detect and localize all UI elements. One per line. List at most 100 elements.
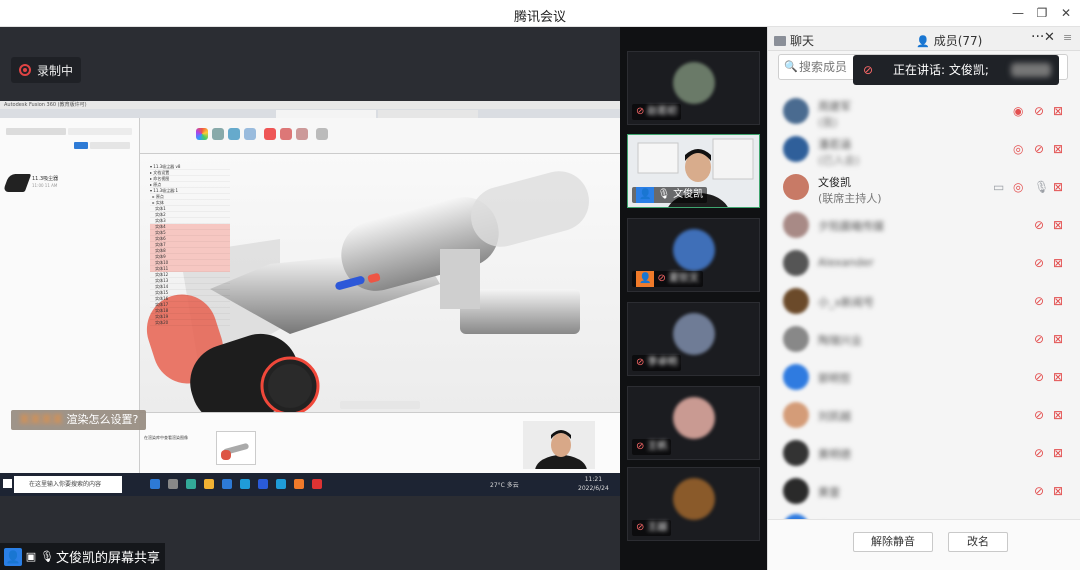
avatar [673, 62, 715, 104]
camera-off-icon[interactable]: ⊠ [1053, 142, 1063, 156]
mic-icon[interactable]: 🎙 [1034, 180, 1049, 194]
list-item[interactable]: 刘凯越 ⊘ ⊠ [768, 397, 1080, 434]
window-title: 腾讯会议 [513, 10, 566, 25]
camera-off-icon[interactable]: ⊠ [1053, 446, 1063, 460]
fusion-app-title: Autodesk Fusion 360 (教育版许可) [4, 102, 87, 108]
camera-off-icon[interactable]: ⊠ [1053, 484, 1063, 498]
camera-off-icon[interactable]: ⊠ [1053, 256, 1063, 270]
mic-off-icon[interactable]: ⊘ [1034, 218, 1044, 232]
render-icon [264, 128, 276, 140]
avatar [783, 174, 809, 200]
avatar [673, 229, 715, 271]
mic-off-icon[interactable]: ⊘ [1034, 104, 1044, 118]
more-icon[interactable]: ··· [1031, 29, 1044, 45]
avatar [783, 98, 809, 124]
mic-off-icon[interactable]: ⊘ [1034, 294, 1044, 308]
rename-button[interactable]: 改名 [948, 532, 1008, 552]
tab-members[interactable]: 👤 成员(77) [916, 32, 982, 49]
minimize-icon[interactable]: — [1009, 4, 1027, 22]
taskbar-app-icon [186, 479, 196, 489]
render-gallery-thumbnail [216, 431, 256, 465]
video-tile[interactable]: ⊘ 李卓明 [627, 302, 760, 376]
list-item[interactable]: 夕阳晨曦传媒 ⊘ ⊠ [768, 207, 1080, 244]
presenter-camera-inset [523, 421, 595, 487]
fusion-tab-strip [0, 109, 620, 118]
list-item[interactable]: Alexander ⊘ ⊠ [768, 245, 1080, 282]
mic-off-icon[interactable]: ⊘ [1034, 446, 1044, 460]
video-tile[interactable]: ⊘ 王帆 [627, 386, 760, 460]
mic-icon: 🎙 [40, 550, 54, 563]
fusion-browser-tree: ▾ 11.3吸尘器 v8 ▸ 文档设置 ▸ 命名视图 ▸ 原点 ▾ 11.3吸尘… [150, 164, 230, 394]
eye-icon: ◎ [1013, 180, 1024, 194]
mic-off-icon[interactable]: ⊘ [1034, 332, 1044, 346]
appearance-icon [196, 128, 208, 140]
camera-off-icon[interactable]: ⊠ [1053, 332, 1063, 346]
taskbar-app-icon [294, 479, 304, 489]
video-tile[interactable]: ⊘ 赵若初 [627, 51, 760, 125]
screen-share-status-bar: 👤 ▣ 🎙 文俊凯的屏幕共享 [0, 543, 165, 570]
fusion-file-date: 11:00 11 AM [32, 183, 58, 188]
list-item[interactable]: 文俊凯 (联席主持人) ▭ ◎ 🎙 ⊠ [768, 169, 1080, 206]
camera-off-icon[interactable]: ⊠ [1053, 370, 1063, 384]
search-icon: 🔍 [784, 60, 798, 73]
fusion-3d-viewport: ▾ 11.3吸尘器 v8 ▸ 文档设置 ▸ 命名视图 ▸ 原点 ▾ 11.3吸尘… [140, 154, 620, 412]
mic-icon: 🎙 [657, 189, 671, 200]
avatar [783, 364, 809, 390]
fusion-navigation-bar [340, 401, 420, 409]
scene-icon [212, 128, 224, 140]
list-item[interactable]: 小_x新闻号 ⊘ ⊠ [768, 283, 1080, 320]
mic-off-icon[interactable]: ⊘ [1034, 408, 1044, 422]
list-item[interactable]: 陶瑞兴业 ⊘ ⊠ [768, 321, 1080, 358]
video-tile[interactable]: ⊘ 王越 [627, 467, 760, 541]
camera-off-icon[interactable]: ⊠ [1053, 218, 1063, 232]
tab-chat[interactable]: 聊天 [774, 32, 814, 49]
avatar [783, 326, 809, 352]
list-item[interactable]: 郭明哲 ⊘ ⊠ [768, 359, 1080, 396]
avatar [783, 250, 809, 276]
mic-off-icon[interactable]: ⊘ [1034, 142, 1044, 156]
mic-off-icon: ⊘ [657, 273, 666, 284]
windows-taskbar: 在这里输入你要搜索的内容 27°C 多云 11:21 2022/6/24 [0, 473, 620, 496]
question-text: 渲染怎么设置? [66, 413, 139, 426]
camera-off-icon[interactable]: ⊠ [1053, 294, 1063, 308]
list-item[interactable]: 吴 [768, 509, 1080, 519]
members-footer: 解除静音 改名 [768, 519, 1080, 570]
screen-share-label: 文俊凯的屏幕共享 [56, 551, 161, 566]
recording-indicator[interactable]: 录制中 [11, 57, 82, 83]
close-window-icon[interactable]: ✕ [1057, 4, 1075, 22]
list-item[interactable]: 周建军 (我) ◉ ⊘ ⊠ [768, 93, 1080, 130]
camera-off-icon[interactable]: ⊠ [1053, 180, 1063, 194]
avatar [783, 212, 809, 238]
video-gallery: ⊘ 赵若初 👤 🎙 文俊凯 👤 ⊘ 夏钦文 ⊘ 李卓明 ⊘ 王帆 ⊘ 王越 [620, 27, 767, 570]
texture-icon [228, 128, 240, 140]
fusion-file-thumbnail [2, 174, 32, 192]
video-tile-active-speaker[interactable]: 👤 🎙 文俊凯 [627, 134, 760, 208]
taskbar-app-icon [222, 479, 232, 489]
video-tile[interactable]: 👤 ⊘ 夏钦文 [627, 218, 760, 292]
list-item[interactable]: 黄明德 ⊘ ⊠ [768, 435, 1080, 472]
avatar [673, 478, 715, 520]
taskbar-app-icon [258, 479, 268, 489]
shared-question-overlay: 某某某某 渲染怎么设置? [11, 410, 147, 430]
restore-icon[interactable]: ❐ [1033, 4, 1051, 22]
camera-off-icon[interactable]: ⊠ [1053, 104, 1063, 118]
mic-off-icon[interactable]: ⊘ [1034, 370, 1044, 384]
shared-screen-stage: 录制中 Autodesk Fusion 360 (教育版许可) 11.3吸尘器 … [0, 27, 620, 570]
avatar [783, 402, 809, 428]
mic-off-icon[interactable]: ⊘ [1034, 484, 1044, 498]
close-panel-icon[interactable]: ✕ [1044, 30, 1055, 45]
fusion-doc-tab [378, 110, 478, 118]
fusion-new-folder-button [90, 142, 130, 149]
list-item[interactable]: 潘若涵 (已入会) ◎ ⊘ ⊠ [768, 131, 1080, 168]
speaking-indicator: ⊘ 正在讲话: 文俊凯; [853, 55, 1059, 85]
screen-icon: ▣ [25, 550, 37, 563]
menu-icon[interactable]: ≡ [1063, 31, 1072, 44]
camera-off-icon[interactable]: ⊠ [1053, 408, 1063, 422]
mic-off-icon[interactable]: ⊘ [1034, 256, 1044, 270]
mic-off-icon: ⊘ [863, 63, 874, 77]
unmute-all-button[interactable]: 解除静音 [853, 532, 933, 552]
list-item[interactable]: 黄雷 ⊘ ⊠ [768, 473, 1080, 510]
taskbar-app-icon [204, 479, 214, 489]
chat-icon [774, 36, 786, 46]
title-bar: 腾讯会议 — ❐ ✕ [0, 0, 1080, 27]
